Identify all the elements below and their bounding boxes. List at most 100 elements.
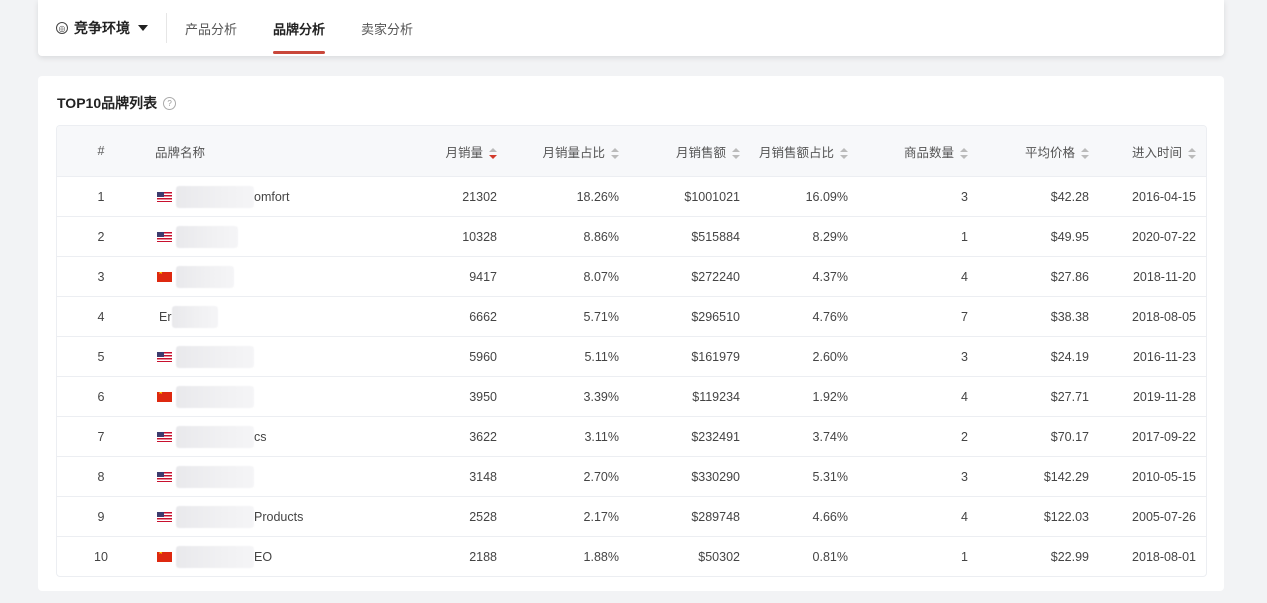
row-entry-time: 2016-11-23 <box>1132 349 1196 364</box>
table-header: # 品牌名称 月销量 月销量占比 月销售额 月销售额占比 商品数量 平均价格 进… <box>57 126 1206 177</box>
row-revenue-share: 1.92% <box>812 389 848 404</box>
table-row[interactable]: 2 10328 8.86% $515884 8.29% 1 $49.95 2020-07-22 <box>57 217 1206 257</box>
sort-icon[interactable] <box>732 147 740 159</box>
table-row[interactable]: 3 9417 8.07% $272240 4.37% 4 $27.86 2018-11-20 <box>57 257 1206 297</box>
brand-name-redacted <box>176 225 238 248</box>
row-revenue: $289748 <box>691 509 740 524</box>
env-label: 竞争环境 <box>74 20 130 36</box>
brand-name-redacted <box>176 345 254 368</box>
row-revenue-share: 4.76% <box>812 309 848 324</box>
header-revenue[interactable]: 月销售额 <box>619 142 740 161</box>
env-icon: ◎ <box>56 22 68 34</box>
row-sales-share: 18.26% <box>576 189 619 204</box>
brand-name-visible: cs <box>254 429 267 444</box>
header-entry-time[interactable]: 进入时间 <box>1089 142 1196 161</box>
row-sales: 3950 <box>469 389 497 404</box>
sort-icon[interactable] <box>489 147 497 159</box>
row-entry-time: 2018-08-05 <box>1132 309 1196 324</box>
flag-us-icon <box>157 471 172 482</box>
tab-seller-analysis[interactable]: 卖家分析 <box>343 0 431 56</box>
header-sales-share[interactable]: 月销量占比 <box>497 142 619 161</box>
row-brand <box>145 345 407 368</box>
header-count-label: 商品数量 <box>903 145 954 160</box>
header-avg-price[interactable]: 平均价格 <box>968 142 1089 161</box>
brand-name-visible: Er <box>159 309 172 324</box>
sort-icon[interactable] <box>1188 147 1196 159</box>
sort-icon[interactable] <box>840 147 848 159</box>
row-revenue: $1001021 <box>684 189 740 204</box>
brand-name-redacted <box>176 505 254 528</box>
row-sales-share: 1.88% <box>583 549 619 564</box>
row-entry-time: 2017-09-22 <box>1132 429 1196 444</box>
row-revenue-share: 5.31% <box>812 469 848 484</box>
table-row[interactable]: 9 Products 2528 2.17% $289748 4.66% 4 $122.03 20… <box>57 497 1206 537</box>
sort-icon[interactable] <box>611 147 619 159</box>
row-revenue: $272240 <box>691 269 740 284</box>
header-index: # <box>97 144 105 158</box>
brand-name-redacted <box>176 385 254 408</box>
help-icon[interactable]: ? <box>163 96 177 110</box>
header-count[interactable]: 商品数量 <box>848 142 968 161</box>
row-sales: 3622 <box>469 429 497 444</box>
row-count: 4 <box>961 389 968 404</box>
table-row[interactable]: 8 3148 2.70% $330290 5.31% 3 $142.29 2010-05-15 <box>57 457 1206 497</box>
row-avg-price: $142.29 <box>1043 469 1089 484</box>
header-sales-share-label: 月销量占比 <box>542 145 605 160</box>
flag-us-icon <box>157 511 172 522</box>
row-index: 1 <box>97 189 105 204</box>
brand-name-redacted <box>176 265 234 288</box>
header-revenue-share[interactable]: 月销售额占比 <box>740 142 848 161</box>
table-row[interactable]: 10 EO 2188 1.88% $50302 0.81% 1 $22.99 2018-08-0… <box>57 537 1206 576</box>
row-revenue-share: 2.60% <box>812 349 848 364</box>
row-count: 1 <box>961 229 968 244</box>
tab-bar: 产品分析 品牌分析 卖家分析 <box>167 0 431 56</box>
row-count: 4 <box>961 509 968 524</box>
row-brand: Er <box>145 305 407 328</box>
row-entry-time: 2018-08-01 <box>1132 549 1196 564</box>
header-sales-label: 月销量 <box>445 145 483 160</box>
table-row[interactable]: 4 Er 6662 5.71% $296510 4.76% 7 $38.38 2018-08-0… <box>57 297 1206 337</box>
row-revenue: $119234 <box>692 389 740 404</box>
flag-us-icon <box>157 351 172 362</box>
row-index: 6 <box>97 389 105 404</box>
row-entry-time: 2020-07-22 <box>1132 229 1196 244</box>
row-index: 5 <box>97 349 105 364</box>
row-avg-price: $22.99 <box>1050 549 1089 564</box>
row-revenue: $515884 <box>691 229 740 244</box>
table-row[interactable]: 1 omfort 21302 18.26% $1001021 16.09% 3 $42.28 2… <box>57 177 1206 217</box>
row-revenue-share: 8.29% <box>812 229 848 244</box>
tab-brand-analysis[interactable]: 品牌分析 <box>255 0 343 56</box>
row-revenue: $161979 <box>691 349 740 364</box>
brand-name-visible: Products <box>254 509 304 524</box>
row-entry-time: 2018-11-20 <box>1132 269 1196 284</box>
header-entry-time-label: 进入时间 <box>1131 145 1182 160</box>
row-sales-share: 2.70% <box>583 469 619 484</box>
table-body: 1 omfort 21302 18.26% $1001021 16.09% 3 $42.28 2… <box>57 177 1206 576</box>
row-sales: 21302 <box>462 189 497 204</box>
row-sales: 3148 <box>469 469 497 484</box>
row-count: 3 <box>961 349 968 364</box>
top-nav-bar: ◎ 竞争环境 产品分析 品牌分析 卖家分析 <box>38 0 1224 56</box>
tab-product-analysis[interactable]: 产品分析 <box>167 0 255 56</box>
row-index: 10 <box>94 549 108 564</box>
row-brand: EO <box>145 545 407 568</box>
header-sales[interactable]: 月销量 <box>407 142 497 161</box>
header-avg-price-label: 平均价格 <box>1024 145 1075 160</box>
row-avg-price: $38.38 <box>1050 309 1089 324</box>
table-row[interactable]: 7 cs 3622 3.11% $232491 3.74% 2 $70.17 2017-09-2… <box>57 417 1206 457</box>
caret-down-icon <box>138 25 148 31</box>
sort-icon[interactable] <box>1081 147 1089 159</box>
row-avg-price: $42.28 <box>1050 189 1089 204</box>
row-brand: Products <box>145 505 407 528</box>
row-index: 9 <box>97 509 105 524</box>
row-avg-price: $24.19 <box>1050 349 1089 364</box>
sort-icon[interactable] <box>960 147 968 159</box>
brand-name-redacted <box>176 545 254 568</box>
row-count: 7 <box>961 309 968 324</box>
table-row[interactable]: 6 3950 3.39% $119234 1.92% 4 $27.71 2019-11-28 <box>57 377 1206 417</box>
table-row[interactable]: 5 5960 5.11% $161979 2.60% 3 $24.19 2016-11-23 <box>57 337 1206 377</box>
env-dropdown[interactable]: ◎ 竞争环境 <box>38 13 167 43</box>
row-brand <box>145 225 407 248</box>
row-sales: 2528 <box>469 509 497 524</box>
row-sales: 6662 <box>469 309 497 324</box>
